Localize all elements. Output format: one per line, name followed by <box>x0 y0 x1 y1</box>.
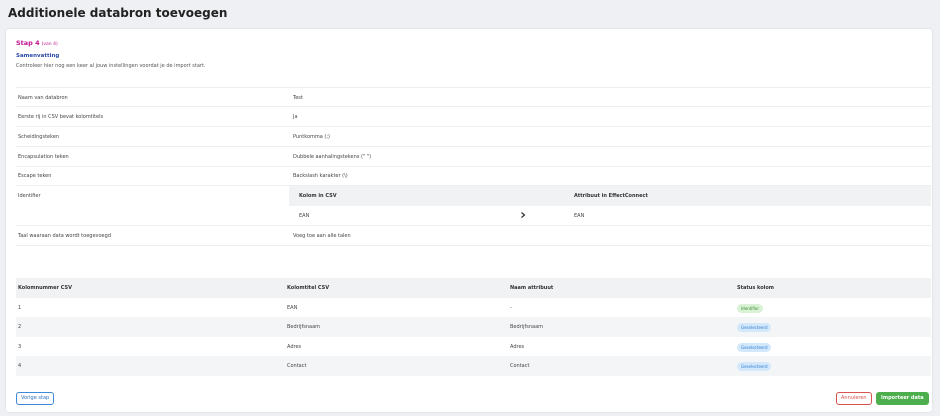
setting-label: Escape teken <box>18 173 52 179</box>
setting-label: Encapsulation teken <box>18 154 69 160</box>
status-badge: Identifier <box>737 303 764 313</box>
status-badge: Geselecteerd <box>737 342 772 352</box>
page-title: Additionele databron toevoegen <box>8 6 228 20</box>
column-header: Kolomtitel CSV <box>287 285 330 291</box>
identifier-attr-value: EAN <box>574 213 585 219</box>
table-row: 1 EAN - Identifier <box>16 298 931 318</box>
table-row: 3 Adres Adres Geselecteerd <box>16 337 931 357</box>
table-row: 2 Bedrijfsnaam Bedrijfsnaam Geselecteerd <box>16 317 931 337</box>
attribute-name: Contact <box>510 363 530 369</box>
chevron-right-icon <box>521 212 526 218</box>
column-title: EAN <box>287 305 298 311</box>
setting-value: Voeg toe aan alle talen <box>293 233 351 239</box>
summary-description: Controleer hier nog een keer al jouw ins… <box>16 63 206 69</box>
column-number: 4 <box>18 363 22 369</box>
column-number: 2 <box>18 324 22 330</box>
setting-row-header-row: Eerste rij in CSV bevat kolomtitels Ja <box>16 107 931 127</box>
setting-label: Scheidingsteken <box>18 134 60 140</box>
columns-table-header: Kolomnummer CSV Kolomtitel CSV Naam attr… <box>16 278 931 298</box>
setting-value: Test <box>293 95 303 101</box>
setting-value: Dubbele aanhalingstekens (" ") <box>293 154 372 160</box>
status-badge: Geselecteerd <box>737 322 772 332</box>
step-label: Stap 4 <box>16 39 40 47</box>
setting-value: Ja <box>293 114 298 120</box>
column-title: Bedrijfsnaam <box>287 324 321 330</box>
previous-step-button[interactable]: Vorige stap <box>16 392 55 405</box>
setting-row-source-name: Naam van databron Test <box>16 87 931 107</box>
attribute-name: Bedrijfsnaam <box>510 324 544 330</box>
table-row: 4 Contact Contact Geselecteerd <box>16 356 931 376</box>
identifier-attr-header: Attribuut in EffectConnect <box>574 193 648 199</box>
column-number: 3 <box>18 344 22 350</box>
import-data-button[interactable]: Importeer data <box>876 392 929 405</box>
setting-label: Identifier <box>18 193 41 199</box>
setting-row-escape: Escape teken Backslash karakter (\) <box>16 167 931 186</box>
column-number: 1 <box>18 305 22 311</box>
identifier-table-header: Kolom in CSV Attribuut in EffectConnect <box>289 186 931 206</box>
setting-row-language: Taal waaraan data wordt toegevoegd Voeg … <box>16 226 931 246</box>
column-title: Contact <box>287 363 307 369</box>
setting-row-separator: Scheidingsteken Puntkomma (;) <box>16 127 931 147</box>
column-header: Naam attribuut <box>510 285 554 291</box>
identifier-col-csv-header: Kolom in CSV <box>299 193 337 199</box>
identifier-csv-value: EAN <box>299 213 310 219</box>
summary-title: Samenvatting <box>16 53 60 59</box>
identifier-table-row: EAN EAN <box>289 206 931 226</box>
identifier-table: Kolom in CSV Attribuut in EffectConnect … <box>289 186 931 226</box>
step-indicator: Stap 4 (van 4) <box>16 39 58 47</box>
setting-label: Naam van databron <box>18 95 68 101</box>
column-header: Kolomnummer CSV <box>18 285 72 291</box>
setting-row-encapsulation: Encapsulation teken Dubbele aanhalingste… <box>16 147 931 167</box>
setting-label: Eerste rij in CSV bevat kolomtitels <box>18 114 104 120</box>
setting-value: Backslash karakter (\) <box>293 173 348 179</box>
step-of-label: (van 4) <box>41 42 58 47</box>
setting-value: Puntkomma (;) <box>293 134 330 140</box>
attribute-name: - <box>510 305 512 311</box>
cancel-button[interactable]: Annuleren <box>836 392 872 405</box>
setting-label: Taal waaraan data wordt toegevoegd <box>18 233 111 239</box>
attribute-name: Adres <box>510 344 525 350</box>
column-title: Adres <box>287 344 302 350</box>
column-header: Status kolom <box>737 285 775 291</box>
import-summary-card: Stap 4 (van 4) Samenvatting Controleer hi… <box>6 29 932 412</box>
status-badge: Geselecteerd <box>737 361 772 371</box>
